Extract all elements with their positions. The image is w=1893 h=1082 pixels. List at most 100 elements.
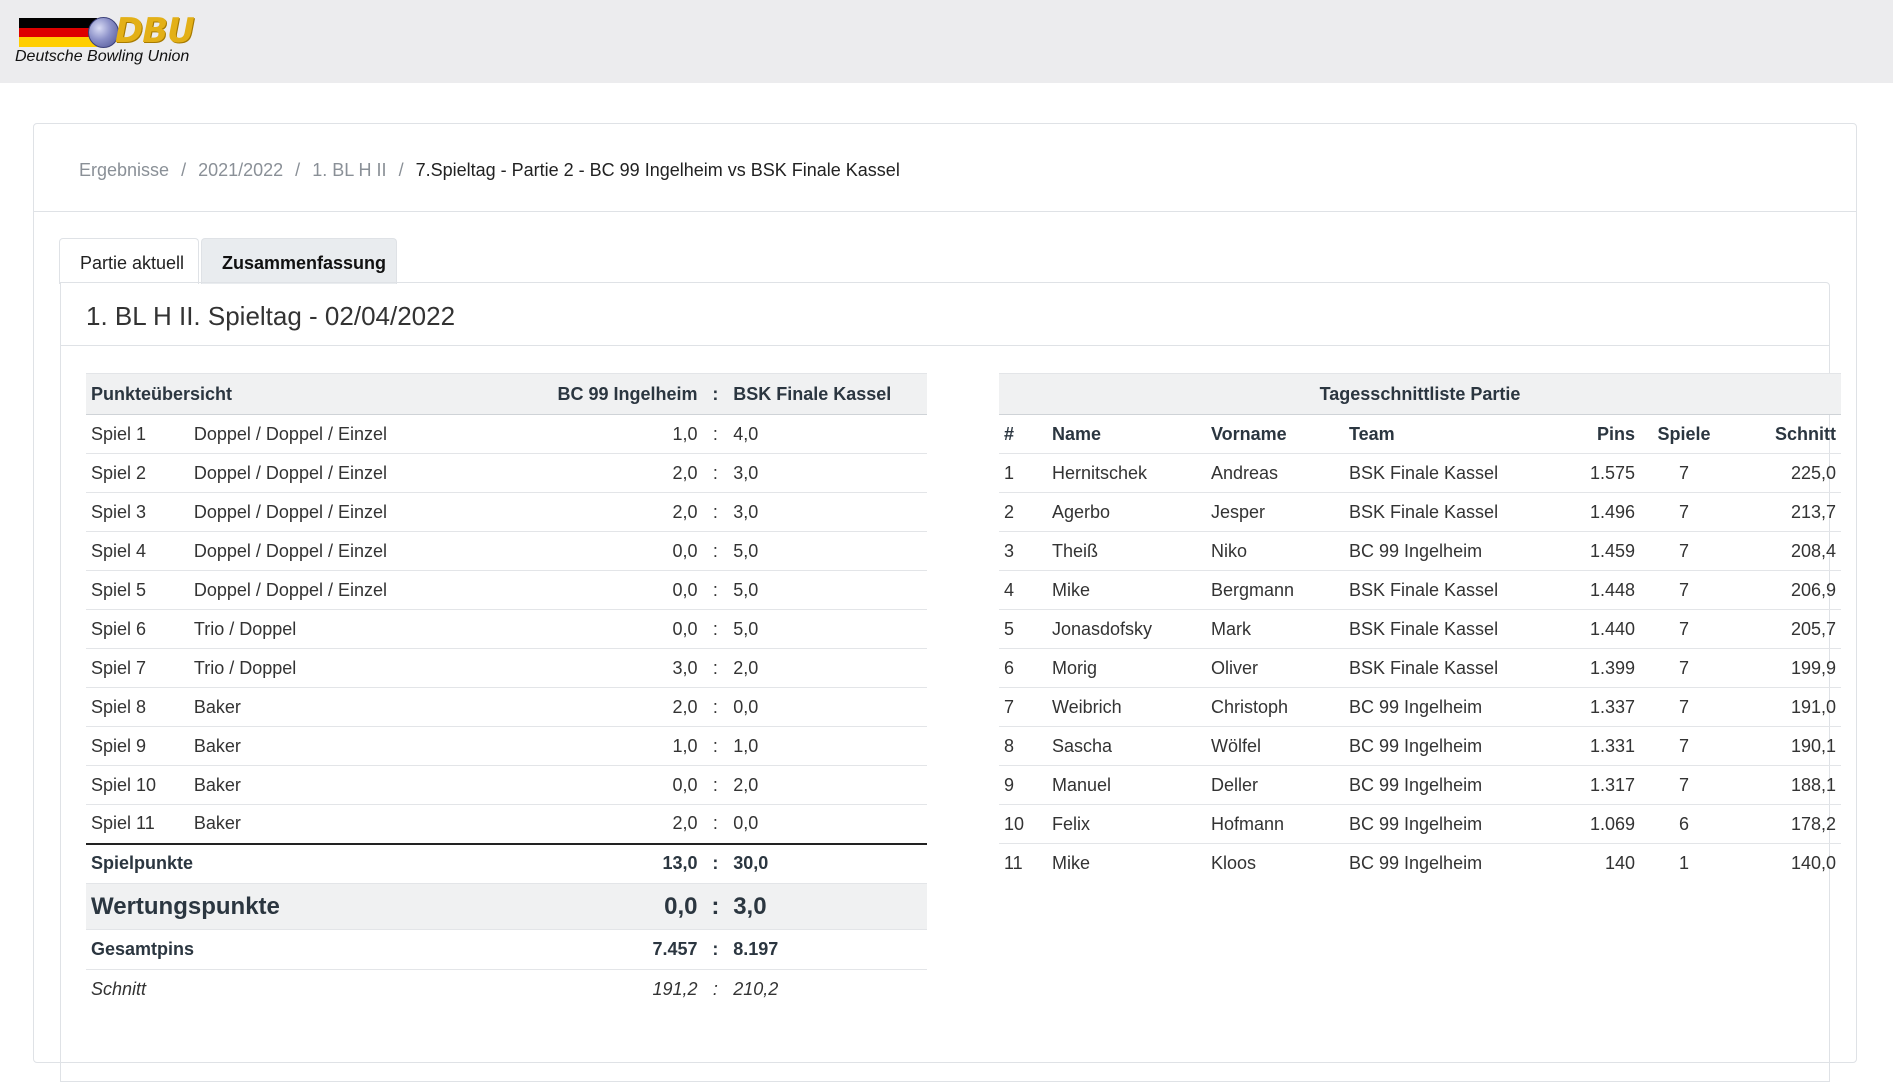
player-team: BSK Finale Kassel bbox=[1344, 453, 1564, 493]
col-spiele: Spiele bbox=[1640, 414, 1728, 454]
rank-num: 3 bbox=[999, 531, 1047, 571]
colon: : bbox=[702, 883, 729, 930]
player-schnitt: 225,0 bbox=[1728, 453, 1841, 493]
game-points-b: 0,0 bbox=[728, 687, 927, 727]
game-row: Spiel 5 Doppel / Doppel / Einzel 0,0:5,0 bbox=[86, 570, 927, 610]
game-mode: Doppel / Doppel / Einzel bbox=[188, 453, 553, 493]
game-row: Spiel 10 Baker 0,0:2,0 bbox=[86, 765, 927, 805]
spielpunkte-label: Spielpunkte bbox=[86, 843, 553, 884]
table-row: 10 Felix Hofmann BC 99 Ingelheim 1.069 6 178,2 bbox=[999, 804, 1841, 844]
game-name: Spiel 8 bbox=[86, 687, 189, 727]
player-schnitt: 205,7 bbox=[1728, 609, 1841, 649]
breadcrumb-current: 7.Spieltag - Partie 2 - BC 99 Ingelheim … bbox=[415, 160, 900, 180]
colon: : bbox=[702, 492, 729, 532]
player-pins: 1.337 bbox=[1564, 687, 1640, 727]
colon: : bbox=[702, 687, 729, 727]
game-points-b: 5,0 bbox=[728, 609, 927, 649]
game-name: Spiel 3 bbox=[86, 492, 189, 532]
german-flag-icon bbox=[19, 18, 97, 47]
game-mode: Doppel / Doppel / Einzel bbox=[188, 570, 553, 610]
game-name: Spiel 2 bbox=[86, 453, 189, 493]
player-team: BC 99 Ingelheim bbox=[1344, 804, 1564, 844]
schnitt-row: Schnitt 191,2 : 210,2 bbox=[86, 970, 927, 1010]
player-name: Mike bbox=[1047, 570, 1206, 610]
breadcrumb-item-season[interactable]: 2021/2022 bbox=[198, 160, 283, 180]
game-row: Spiel 6 Trio / Doppel 0,0:5,0 bbox=[86, 609, 927, 649]
rank-num: 4 bbox=[999, 570, 1047, 610]
game-points-b: 4,0 bbox=[728, 414, 927, 454]
player-spiele: 7 bbox=[1640, 531, 1728, 571]
tab-partie-aktuell[interactable]: Partie aktuell bbox=[59, 238, 199, 284]
player-spiele: 6 bbox=[1640, 804, 1728, 844]
player-vorname: Bergmann bbox=[1206, 570, 1344, 610]
player-vorname: Mark bbox=[1206, 609, 1344, 649]
spielpunkte-row: Spielpunkte 13,0 : 30,0 bbox=[86, 843, 927, 884]
game-row: Spiel 1 Doppel / Doppel / Einzel 1,0:4,0 bbox=[86, 414, 927, 454]
player-schnitt: 199,9 bbox=[1728, 648, 1841, 688]
points-header-colon: : bbox=[702, 373, 729, 415]
game-mode: Trio / Doppel bbox=[188, 609, 553, 649]
gesamtpins-row: Gesamtpins 7.457 : 8.197 bbox=[86, 929, 927, 970]
game-points-b: 5,0 bbox=[728, 570, 927, 610]
table-row: 8 Sascha Wölfel BC 99 Ingelheim 1.331 7 190,1 bbox=[999, 726, 1841, 766]
game-mode: Baker bbox=[188, 687, 553, 727]
game-name: Spiel 5 bbox=[86, 570, 189, 610]
player-name: Manuel bbox=[1047, 765, 1206, 805]
tab-zusammenfassung[interactable]: Zusammenfassung bbox=[201, 238, 397, 284]
wertungspunkte-a: 0,0 bbox=[552, 883, 703, 930]
game-points-b: 5,0 bbox=[728, 531, 927, 571]
player-team: BC 99 Ingelheim bbox=[1344, 531, 1564, 571]
game-mode: Baker bbox=[188, 765, 553, 805]
game-row: Spiel 8 Baker 2,0:0,0 bbox=[86, 687, 927, 727]
player-schnitt: 213,7 bbox=[1728, 492, 1841, 532]
player-name: Agerbo bbox=[1047, 492, 1206, 532]
ranking-header-row: # Name Vorname Team Pins Spiele Schnitt bbox=[999, 414, 1841, 454]
spielpunkte-a: 13,0 bbox=[552, 843, 703, 884]
dbu-logo[interactable]: DBU Deutsche Bowling Union bbox=[15, 11, 215, 71]
player-vorname: Deller bbox=[1206, 765, 1344, 805]
rank-num: 5 bbox=[999, 609, 1047, 649]
ranking-caption-row: Tagesschnittliste Partie bbox=[999, 373, 1841, 415]
game-mode: Doppel / Doppel / Einzel bbox=[188, 492, 553, 532]
colon: : bbox=[702, 609, 729, 649]
top-bar: DBU Deutsche Bowling Union bbox=[0, 0, 1893, 83]
player-vorname: Hofmann bbox=[1206, 804, 1344, 844]
player-name: Morig bbox=[1047, 648, 1206, 688]
table-row: 3 Theiß Niko BC 99 Ingelheim 1.459 7 208,4 bbox=[999, 531, 1841, 571]
logo-text: DBU bbox=[115, 11, 195, 51]
wertungspunkte-row: Wertungspunkte 0,0 : 3,0 bbox=[86, 883, 927, 930]
table-row: 9 Manuel Deller BC 99 Ingelheim 1.317 7 188,1 bbox=[999, 765, 1841, 805]
colon: : bbox=[702, 929, 729, 970]
breadcrumb-separator: / bbox=[295, 160, 301, 180]
player-schnitt: 206,9 bbox=[1728, 570, 1841, 610]
player-spiele: 7 bbox=[1640, 453, 1728, 493]
player-vorname: Andreas bbox=[1206, 453, 1344, 493]
player-vorname: Wölfel bbox=[1206, 726, 1344, 766]
player-vorname: Niko bbox=[1206, 531, 1344, 571]
player-vorname: Kloos bbox=[1211, 852, 1257, 873]
player-pins: 1.459 bbox=[1564, 531, 1640, 571]
gesamtpins-label: Gesamtpins bbox=[86, 929, 553, 970]
game-points-b: 0,0 bbox=[728, 804, 927, 845]
game-points-b: 2,0 bbox=[728, 765, 927, 805]
breadcrumb-item-league[interactable]: 1. BL H II bbox=[312, 160, 386, 180]
game-points-a: 2,0 bbox=[552, 804, 703, 845]
breadcrumb-item-ergebnisse[interactable]: Ergebnisse bbox=[79, 160, 169, 180]
player-vorname: Oliver bbox=[1206, 648, 1344, 688]
player-team: BSK Finale Kassel bbox=[1344, 570, 1564, 610]
rank-num: 8 bbox=[999, 726, 1047, 766]
table-row: 6 Morig Oliver BSK Finale Kassel 1.399 7 199,9 bbox=[999, 648, 1841, 688]
player-vorname: Jesper bbox=[1206, 492, 1344, 532]
game-points-a: 0,0 bbox=[552, 765, 703, 805]
player-pins: 1.399 bbox=[1564, 648, 1640, 688]
colon: : bbox=[702, 414, 729, 454]
rank-num: 7 bbox=[999, 687, 1047, 727]
game-name: Spiel 1 bbox=[86, 414, 189, 454]
player-schnitt: 188,1 bbox=[1728, 765, 1841, 805]
player-name: Weibrich bbox=[1047, 687, 1206, 727]
player-schnitt: 208,4 bbox=[1728, 531, 1841, 571]
game-row: Spiel 3 Doppel / Doppel / Einzel 2,0:3,0 bbox=[86, 492, 927, 532]
player-pins: 1.440 bbox=[1564, 609, 1640, 649]
table-row: 11 Mike Kloos BC 99 Ingelheim 140 1 140,0 bbox=[999, 844, 1841, 883]
game-points-b: 2,0 bbox=[728, 648, 927, 688]
